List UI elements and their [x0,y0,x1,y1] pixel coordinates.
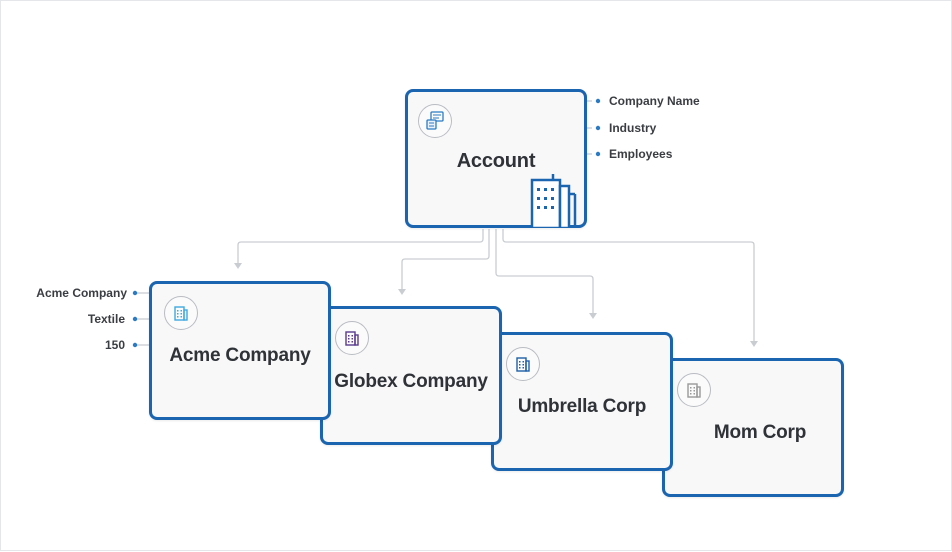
record-card-umbrella-corp[interactable]: Umbrella Corp [491,332,673,471]
acme-value-industry: Textile [87,312,125,326]
acme-value-company-name: Acme Company [36,286,127,300]
account-object-card[interactable]: Account [405,89,587,228]
acme-value-dot-2 [132,316,138,322]
acme-value-dot-1 [132,290,138,296]
account-field-employees: Employees [609,147,673,161]
connector-momcorp [502,229,755,341]
account-title: Account [456,150,536,172]
connector-acme [237,229,484,263]
diagram-canvas: Company Name Industry Employees Acme Com… [0,0,952,551]
account-field-industry: Industry [609,121,657,135]
account-field-dot-3 [595,151,601,157]
arrowhead-acme [234,263,242,269]
object-icon [418,104,452,138]
arrowhead-umbrella [589,313,597,319]
connector-globex [401,229,490,289]
record-card-mom-corp[interactable]: Mom Corp [662,358,844,497]
arrowhead-momcorp [750,341,758,347]
record-card-acme-company[interactable]: Acme Company [149,281,331,420]
record-title: Umbrella Corp [517,396,647,417]
record-title: Mom Corp [713,422,807,443]
building-icon [677,373,711,407]
building-icon [164,296,198,330]
acme-value-dot-3 [132,342,138,348]
account-field-company-name: Company Name [609,94,700,108]
record-title: Globex Company [334,371,488,392]
building-icon [335,321,369,355]
record-card-globex-company[interactable]: Globex Company [320,306,502,445]
arrowhead-globex [398,289,406,295]
account-field-dot-2 [595,125,601,131]
record-title: Acme Company [169,345,311,366]
building-icon [530,174,577,228]
acme-value-employees: 150 [104,338,125,352]
account-field-dot-1 [595,98,601,104]
building-icon [506,347,540,381]
